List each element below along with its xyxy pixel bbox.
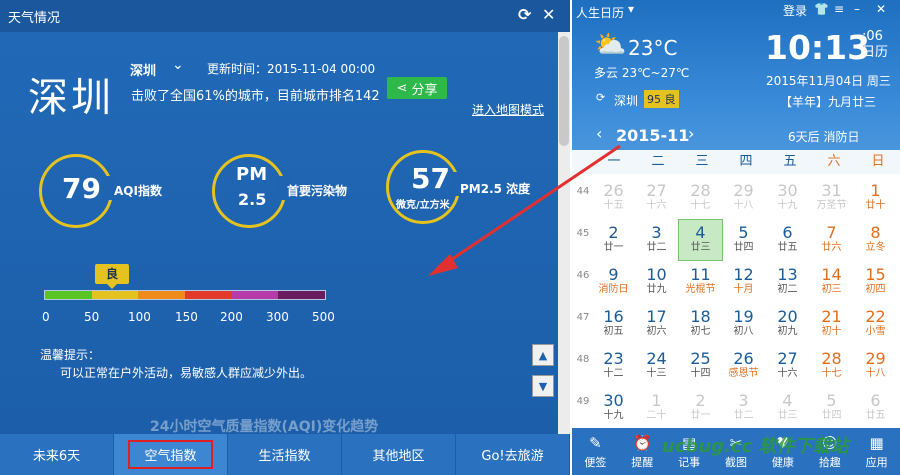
annotation-arrow — [428, 144, 621, 276]
watermark: ucbug.cc 软件下载站 — [662, 436, 849, 457]
annotation-arrow-line — [435, 144, 621, 272]
